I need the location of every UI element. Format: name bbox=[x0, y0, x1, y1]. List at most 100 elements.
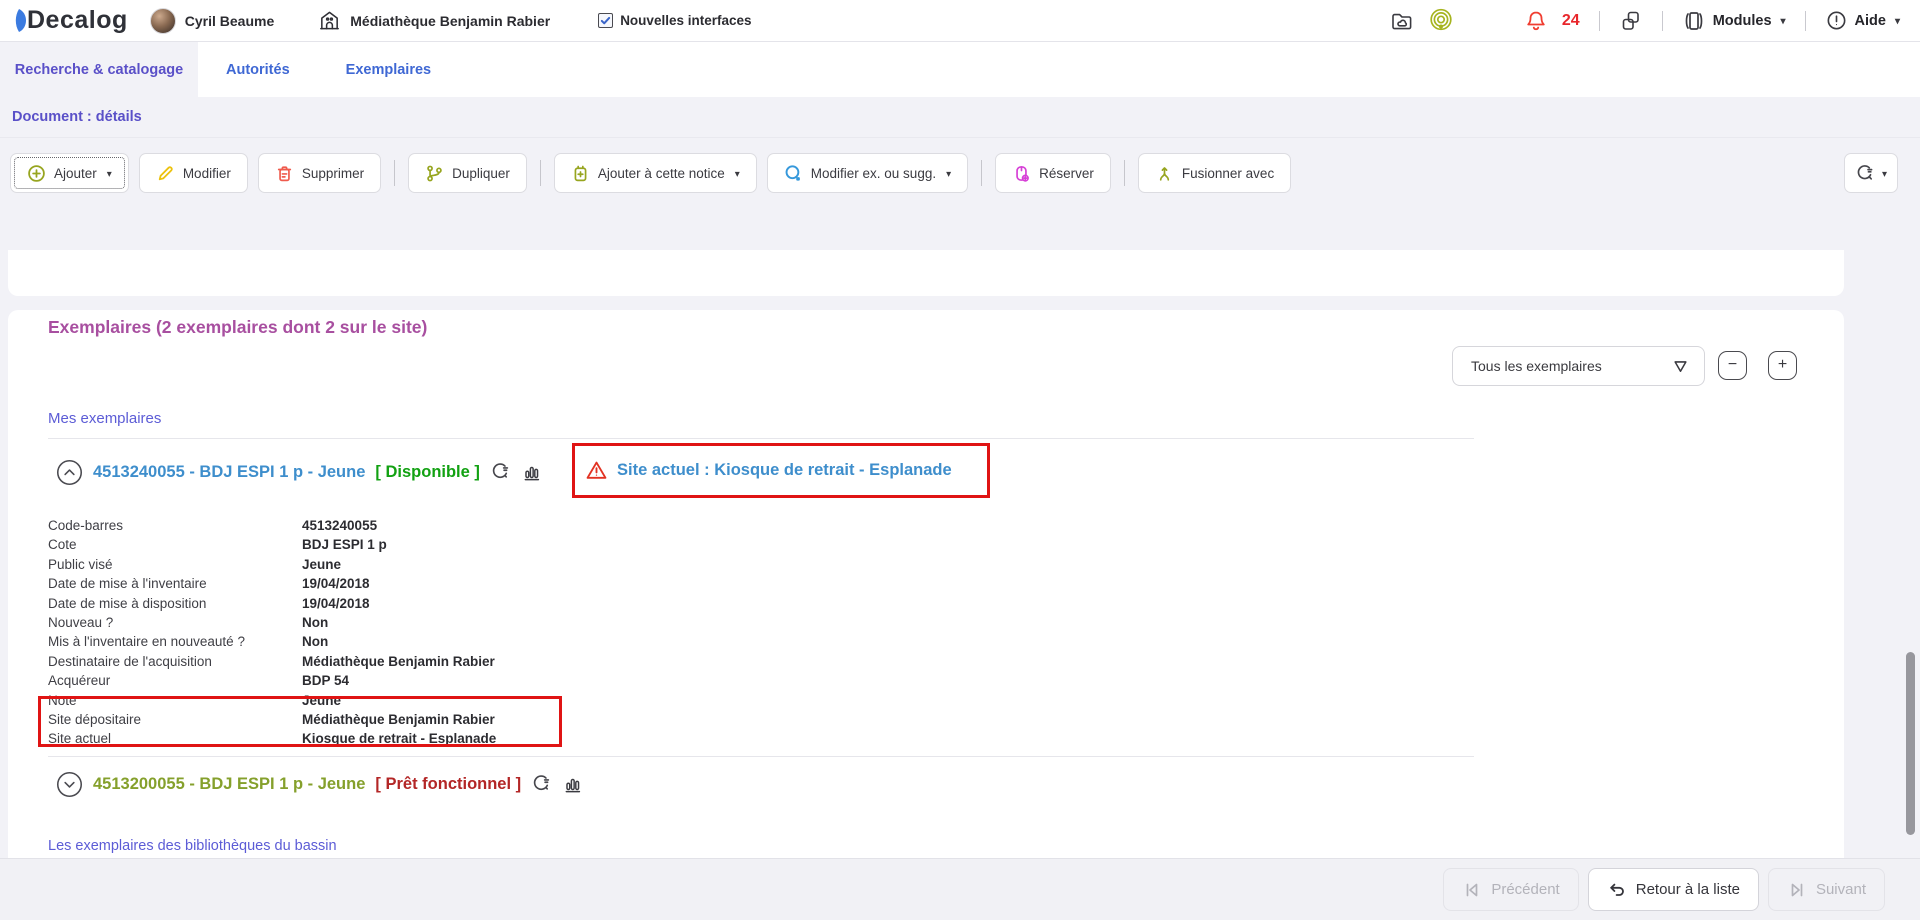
merge-icon bbox=[1155, 164, 1174, 183]
detail-row: CoteBDJ ESPI 1 p bbox=[48, 535, 496, 554]
vertical-scrollbar-thumb[interactable] bbox=[1906, 652, 1915, 835]
exemplaire-title[interactable]: 4513240055 - BDJ ESPI 1 p - Jeune bbox=[93, 463, 365, 482]
caret-down-icon bbox=[1779, 13, 1786, 29]
breadcrumb: Document : détails bbox=[0, 97, 1920, 138]
user-menu[interactable]: Cyril Beaume bbox=[150, 8, 274, 34]
statistics-icon[interactable] bbox=[563, 774, 584, 795]
detail-value: BDJ ESPI 1 p bbox=[302, 535, 387, 554]
tab-exemplaires[interactable]: Exemplaires bbox=[318, 42, 459, 97]
skip-previous-icon bbox=[1462, 880, 1482, 900]
caret-down-icon bbox=[1893, 13, 1900, 29]
detail-value: Médiathèque Benjamin Rabier bbox=[302, 710, 495, 729]
header-separator bbox=[1599, 11, 1600, 31]
pencil-icon bbox=[156, 164, 175, 183]
modify-button[interactable]: Modifier bbox=[139, 153, 248, 193]
new-interfaces-toggle[interactable]: Nouvelles interfaces bbox=[598, 13, 751, 28]
modules-label: Modules bbox=[1713, 13, 1772, 29]
duplicate-button-label: Dupliquer bbox=[452, 166, 510, 181]
modify-circle-icon bbox=[784, 164, 803, 183]
reserve-icon bbox=[1012, 164, 1031, 183]
add-to-record-button-label: Ajouter à cette notice bbox=[598, 166, 725, 181]
detail-label: Mis à l'inventaire en nouveauté ? bbox=[48, 632, 302, 651]
detail-value: 19/04/2018 bbox=[302, 594, 370, 613]
add-button[interactable]: Ajouter bbox=[10, 153, 129, 193]
detail-label: Date de mise à l'inventaire bbox=[48, 574, 302, 593]
exemplaires-filter-select[interactable]: Tous les exemplaires bbox=[1452, 346, 1705, 386]
trash-icon bbox=[275, 164, 294, 183]
header-actions: 24 Modules Aide bbox=[1390, 8, 1900, 34]
notification-count-badge[interactable]: 24 bbox=[1562, 12, 1580, 30]
loan-history-icon[interactable] bbox=[531, 773, 553, 795]
modules-menu[interactable]: Modules bbox=[1682, 9, 1786, 33]
statistics-icon[interactable] bbox=[522, 462, 543, 483]
back-to-list-button-label: Retour à la liste bbox=[1636, 881, 1740, 898]
decalog-logo[interactable]: Decalog bbox=[14, 6, 128, 35]
divider bbox=[48, 756, 1474, 757]
cloud-folder-icon[interactable] bbox=[1390, 9, 1414, 33]
back-to-list-button[interactable]: Retour à la liste bbox=[1588, 868, 1759, 911]
caret-down-icon bbox=[1880, 166, 1887, 181]
library-icon bbox=[318, 9, 341, 32]
delete-button[interactable]: Supprimer bbox=[258, 153, 381, 193]
detail-value: Non bbox=[302, 613, 328, 632]
notifications-bell[interactable] bbox=[1524, 9, 1548, 33]
exemplaire-title[interactable]: 4513200055 - BDJ ESPI 1 p - Jeune bbox=[93, 775, 365, 794]
modify-ex-sugg-button[interactable]: Modifier ex. ou sugg. bbox=[767, 153, 968, 193]
collapse-item-button[interactable] bbox=[56, 459, 83, 486]
detail-label: Site dépositaire bbox=[48, 710, 302, 729]
apps-windows-icon[interactable] bbox=[1619, 9, 1643, 33]
detail-value: Non bbox=[302, 632, 328, 651]
basin-libraries-link[interactable]: Les exemplaires des bibliothèques du bas… bbox=[48, 838, 337, 854]
merge-button-label: Fusionner avec bbox=[1182, 166, 1274, 181]
exemplaire-row-1: 4513240055 - BDJ ESPI 1 p - Jeune [ Disp… bbox=[56, 454, 543, 490]
site-selector[interactable]: Médiathèque Benjamin Rabier bbox=[318, 9, 550, 32]
detail-value: Kiosque de retrait - Esplanade bbox=[302, 729, 496, 748]
tab-autorites[interactable]: Autorités bbox=[198, 42, 318, 97]
previous-button-label: Précédent bbox=[1491, 881, 1559, 898]
next-button[interactable]: Suivant bbox=[1768, 868, 1885, 911]
tab-recherche-catalogage[interactable]: Recherche & catalogage bbox=[0, 42, 198, 97]
detail-row: AcquéreurBDP 54 bbox=[48, 671, 496, 690]
detail-label: Acquéreur bbox=[48, 671, 302, 690]
plus-circle-icon bbox=[27, 164, 46, 183]
skip-next-icon bbox=[1787, 880, 1807, 900]
reserve-button[interactable]: Réserver bbox=[995, 153, 1111, 193]
help-menu[interactable]: Aide bbox=[1825, 9, 1900, 32]
detail-row: Date de mise à disposition19/04/2018 bbox=[48, 594, 496, 613]
note-add-icon bbox=[571, 164, 590, 183]
detail-label: Site actuel bbox=[48, 729, 302, 748]
merge-button[interactable]: Fusionner avec bbox=[1138, 153, 1291, 193]
detail-row: Site dépositaireMédiathèque Benjamin Rab… bbox=[48, 710, 496, 729]
add-to-record-button[interactable]: Ajouter à cette notice bbox=[554, 153, 757, 193]
detail-row: Code-barres4513240055 bbox=[48, 516, 496, 535]
duplicate-button[interactable]: Dupliquer bbox=[408, 153, 527, 193]
loan-history-icon[interactable] bbox=[490, 461, 512, 483]
collapse-all-button[interactable]: − bbox=[1718, 351, 1747, 380]
document-card-bottom bbox=[8, 250, 1844, 296]
header-separator bbox=[1805, 11, 1806, 31]
detail-value: 4513240055 bbox=[302, 516, 377, 535]
help-icon bbox=[1825, 9, 1848, 32]
detail-label: Public visé bbox=[48, 555, 302, 574]
new-interfaces-checkbox[interactable] bbox=[598, 13, 613, 28]
current-site-warning-text: Site actuel : Kiosque de retrait - Espla… bbox=[617, 461, 952, 480]
reserve-button-label: Réserver bbox=[1039, 166, 1094, 181]
detail-row: NoteJeune bbox=[48, 691, 496, 710]
toolbar-separator bbox=[540, 160, 541, 186]
rfid-antenna-icon[interactable] bbox=[1428, 8, 1454, 34]
expand-item-button[interactable] bbox=[56, 771, 83, 798]
search-history-button[interactable] bbox=[1844, 153, 1898, 193]
detail-row: Site actuelKiosque de retrait - Esplanad… bbox=[48, 729, 496, 748]
caret-down-icon bbox=[944, 166, 951, 181]
add-button-label: Ajouter bbox=[54, 166, 97, 181]
module-tabbar: Recherche & catalogage Autorités Exempla… bbox=[0, 42, 1920, 97]
user-name: Cyril Beaume bbox=[185, 13, 274, 29]
return-arrow-icon bbox=[1607, 880, 1627, 900]
exemplaire-status: [ Prêt fonctionnel ] bbox=[375, 775, 521, 794]
detail-label: Destinataire de l'acquisition bbox=[48, 652, 302, 671]
previous-button[interactable]: Précédent bbox=[1443, 868, 1578, 911]
detail-label: Note bbox=[48, 691, 302, 710]
detail-row: Nouveau ?Non bbox=[48, 613, 496, 632]
exemplaire-row-2: 4513200055 - BDJ ESPI 1 p - Jeune [ Prêt… bbox=[56, 766, 584, 802]
expand-all-button[interactable]: + bbox=[1768, 351, 1797, 380]
